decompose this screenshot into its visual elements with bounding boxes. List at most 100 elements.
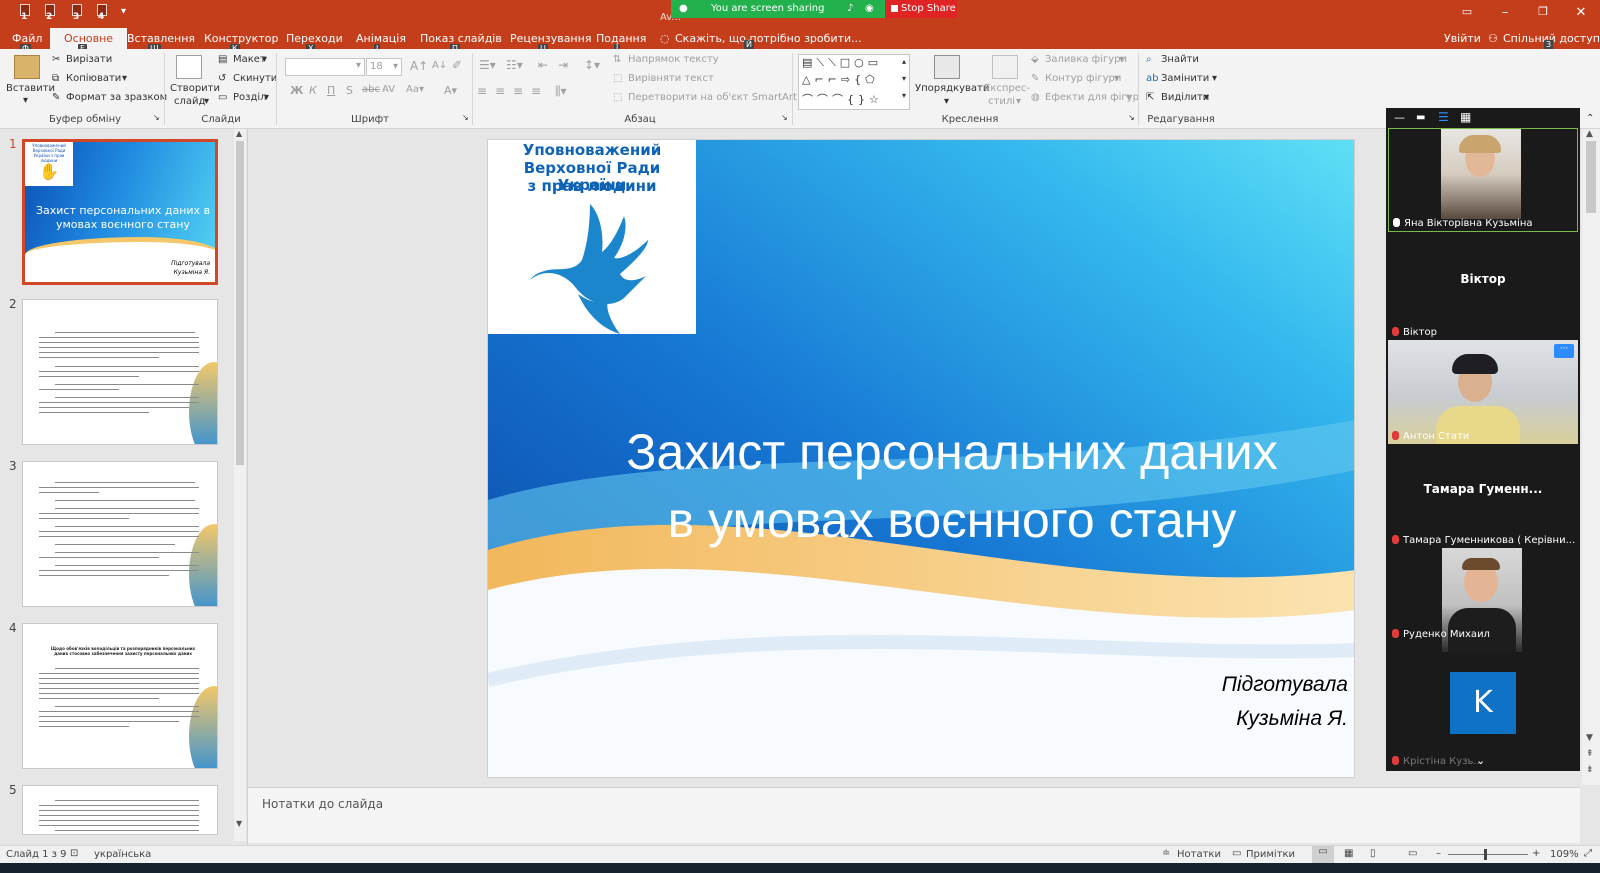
shapes-row-2[interactable]: △⌐⌐⇨{⬠: [802, 73, 879, 86]
share-mic-icon[interactable]: ♪: [847, 3, 853, 14]
zoom-out-icon[interactable]: –: [1436, 848, 1441, 859]
thumbnails-scrollbar[interactable]: ▲ ▼: [234, 129, 246, 841]
align-text-icon[interactable]: ⬚: [613, 73, 622, 84]
notes-pane[interactable]: Нотатки до слайда: [248, 787, 1580, 843]
text-direction-icon[interactable]: ⇅: [613, 54, 621, 65]
scroll-thumb[interactable]: [1586, 141, 1596, 213]
shapes-gallery[interactable]: ▤⟍⟍□○▭ △⌐⌐⇨{⬠ ⌒⌒⌒{}☆: [798, 54, 910, 110]
new-slide-icon[interactable]: [176, 55, 202, 79]
section-button[interactable]: Розділ: [233, 92, 267, 103]
notes-toggle[interactable]: Нотатки: [1177, 849, 1221, 860]
layout-button[interactable]: Макет: [233, 54, 266, 65]
quick-styles-button-line2[interactable]: стилі: [988, 96, 1015, 107]
zoom-level[interactable]: 109%: [1550, 849, 1579, 860]
slide-thumbnail-1[interactable]: Уповноважений Верховної Ради України з п…: [22, 139, 218, 285]
participant-tile-3[interactable]: ··· Антон Стати: [1388, 340, 1578, 444]
justify-icon[interactable]: ≡: [531, 84, 541, 98]
close-icon[interactable]: ✕: [1572, 5, 1590, 20]
shape-fill-button[interactable]: Заливка фігури: [1045, 54, 1127, 65]
paste-dropdown-icon[interactable]: ▾: [23, 95, 28, 106]
quick-styles-dropdown-icon[interactable]: ▾: [1016, 96, 1021, 107]
clear-formatting-icon[interactable]: ✐: [452, 58, 462, 72]
participant-tile-4[interactable]: Тамара Гуменн... Тамара Гуменникова ( Ке…: [1388, 444, 1578, 548]
pen-icon[interactable]: ✎: [1031, 73, 1039, 84]
align-text-button[interactable]: Вирівняти текст: [628, 73, 714, 84]
numbering-icon[interactable]: ☷▾: [506, 58, 523, 72]
replace-icon[interactable]: ab: [1146, 73, 1158, 84]
tab-slideshow[interactable]: Показ слайдів: [420, 32, 502, 45]
slide-scrollbar[interactable]: ▲ ▼ ⇞ ⇟: [1582, 129, 1600, 785]
slide-canvas[interactable]: Уповноважений Верховної Ради України з п…: [487, 139, 1355, 778]
speaker-view-icon[interactable]: ▬: [1416, 112, 1425, 123]
bullets-icon[interactable]: ☰▾: [479, 58, 496, 72]
share-security-icon[interactable]: ◉: [865, 3, 874, 14]
shapes-row-3[interactable]: ⌒⌒⌒{}☆: [802, 91, 883, 107]
select-dropdown-icon[interactable]: ▾: [1204, 92, 1209, 103]
tell-me-search[interactable]: Скажіть, що потрібно зробити...: [675, 32, 862, 45]
copy-dropdown-icon[interactable]: ▾: [122, 73, 127, 84]
scroll-up-icon[interactable]: ▲: [236, 129, 242, 138]
tab-design[interactable]: Конструктор: [204, 32, 278, 45]
shape-effects-dropdown-icon[interactable]: ▾: [1126, 92, 1131, 103]
slide-thumbnail-5[interactable]: [22, 785, 218, 835]
clipboard-launcher-icon[interactable]: ↘: [153, 113, 160, 122]
gallery-view-icon[interactable]: ▦: [1460, 110, 1471, 124]
decrease-indent-icon[interactable]: ⇤: [538, 58, 548, 72]
tab-insert[interactable]: Вставлення: [127, 32, 195, 45]
new-slide-button-line2[interactable]: слайд: [174, 96, 205, 107]
slide-thumbnail-3[interactable]: [22, 461, 218, 607]
text-direction-button[interactable]: Напрямок тексту: [628, 54, 719, 65]
replace-dropdown-icon[interactable]: ▾: [1212, 73, 1217, 84]
text-shadow-icon[interactable]: S: [346, 84, 353, 97]
quick-styles-icon[interactable]: [992, 55, 1018, 79]
paint-bucket-icon[interactable]: ⬙: [1031, 54, 1039, 65]
font-color-icon[interactable]: A▾: [444, 84, 457, 97]
select-button[interactable]: Виділити: [1161, 92, 1209, 103]
next-slide-icon[interactable]: ⇟: [1586, 765, 1594, 775]
zoom-slider-thumb[interactable]: [1484, 849, 1487, 860]
align-right-icon[interactable]: ≡: [513, 84, 523, 98]
stop-share-button[interactable]: Stop Share: [885, 0, 957, 18]
strikethrough-icon[interactable]: abc: [362, 84, 380, 95]
slide-sorter-icon[interactable]: ▦: [1344, 848, 1353, 859]
select-icon[interactable]: ⇱: [1146, 92, 1154, 103]
qat-customize-icon[interactable]: ▾: [121, 6, 126, 17]
slideshow-view-icon[interactable]: ▭: [1408, 848, 1417, 859]
sign-in-link[interactable]: Увійти: [1444, 32, 1481, 45]
shape-outline-button[interactable]: Контур фігури: [1045, 73, 1121, 84]
increase-indent-icon[interactable]: ⇥: [558, 58, 568, 72]
slide-title[interactable]: Захист персональних даних в умовах воєнн…: [548, 418, 1354, 554]
scroll-up-icon[interactable]: ▲: [1586, 129, 1593, 139]
gallery-down-icon[interactable]: ▾: [902, 74, 906, 83]
arrange-button[interactable]: Упорядкувати: [915, 83, 989, 94]
participant-tile-5[interactable]: Руденко Михаил: [1388, 548, 1578, 652]
slide-author[interactable]: Підготувала Кузьміна Я.: [1222, 668, 1348, 736]
line-spacing-icon[interactable]: ↕▾: [584, 58, 600, 72]
reading-view-icon[interactable]: ▯: [1370, 848, 1376, 859]
tab-transitions[interactable]: Переходи: [286, 32, 343, 45]
font-size-combobox[interactable]: 18 ▾: [366, 58, 402, 76]
shapes-row-1[interactable]: ▤⟍⟍□○▭: [802, 56, 882, 70]
shape-fill-dropdown-icon[interactable]: ▾: [1119, 54, 1124, 65]
cut-button[interactable]: Вирізати: [66, 54, 112, 65]
participant-tile-2[interactable]: Віктор Віктор: [1388, 236, 1578, 340]
slide-counter[interactable]: Слайд 1 з 9: [6, 849, 67, 860]
scroll-thumb[interactable]: [236, 141, 244, 465]
columns-icon[interactable]: ⫼▾: [555, 84, 567, 99]
format-painter-icon[interactable]: ✎: [52, 92, 60, 103]
paragraph-launcher-icon[interactable]: ↘: [781, 113, 788, 122]
paste-icon[interactable]: [14, 55, 40, 79]
previous-slide-icon[interactable]: ⇞: [1586, 749, 1594, 759]
tab-animations[interactable]: Анімація: [356, 32, 406, 45]
tab-view[interactable]: Подання: [596, 32, 646, 45]
drawing-launcher-icon[interactable]: ↘: [1128, 113, 1135, 122]
strip-view-icon[interactable]: ☰: [1438, 110, 1449, 124]
slide-thumbnail-2[interactable]: [22, 299, 218, 445]
ribbon-display-options-icon[interactable]: ▭: [1458, 5, 1476, 18]
participant-tile-6[interactable]: K Крістіна Кузь... ⌄: [1388, 652, 1578, 771]
tab-review[interactable]: Рецензування: [510, 32, 591, 45]
scroll-down-icon[interactable]: ▼: [236, 819, 242, 828]
arrange-icon[interactable]: [934, 55, 960, 79]
collapse-ribbon-icon[interactable]: ⌃: [1586, 113, 1594, 124]
section-dropdown-icon[interactable]: ▾: [264, 92, 269, 103]
